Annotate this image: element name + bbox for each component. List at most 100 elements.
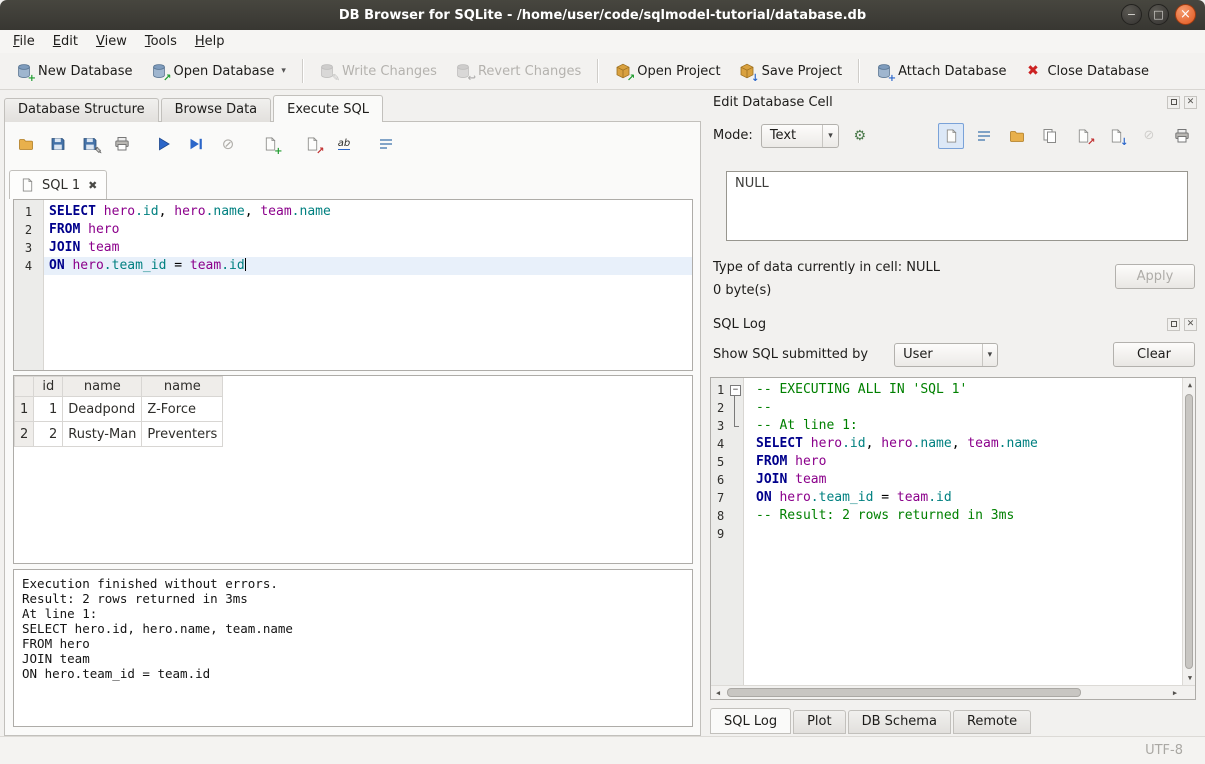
cell-editor[interactable]: NULL bbox=[726, 171, 1188, 241]
text-document-button[interactable] bbox=[938, 123, 964, 149]
cell[interactable]: 2 bbox=[34, 422, 63, 447]
code-line[interactable]: -- EXECUTING ALL IN 'SQL 1' bbox=[744, 381, 1182, 399]
menubar: FileEditViewToolsHelp bbox=[0, 30, 1205, 53]
cell[interactable]: Z-Force bbox=[142, 397, 223, 422]
cell[interactable]: Rusty-Man bbox=[63, 422, 142, 447]
tab-browse-data[interactable]: Browse Data bbox=[161, 98, 272, 122]
open-tab-button[interactable]: + bbox=[258, 132, 282, 156]
menu-edit[interactable]: Edit bbox=[44, 31, 87, 52]
scrollbar-thumb[interactable] bbox=[1185, 394, 1193, 669]
tab-database-structure[interactable]: Database Structure bbox=[4, 98, 159, 122]
sql-tab[interactable]: SQL 1 ✖ bbox=[9, 170, 107, 199]
word-wrap-icon bbox=[976, 127, 993, 144]
column-header[interactable]: name bbox=[142, 377, 223, 397]
open-database-button[interactable]: ↗Open Database▾ bbox=[142, 58, 295, 85]
database-open-icon: ↗ bbox=[151, 63, 168, 80]
cell[interactable]: 1 bbox=[34, 397, 63, 422]
code-line[interactable]: ON hero.team_id = team.id bbox=[744, 489, 1182, 507]
export-button[interactable]: ↗ bbox=[300, 132, 324, 156]
find-replace-icon: ab bbox=[336, 136, 353, 153]
open-file-button[interactable] bbox=[1004, 123, 1030, 149]
menu-view[interactable]: View bbox=[87, 31, 136, 52]
project-open-icon: ↗ bbox=[614, 63, 631, 80]
menu-file[interactable]: File bbox=[4, 31, 44, 52]
cell[interactable]: Deadpond bbox=[63, 397, 142, 422]
close-database-button[interactable]: ✖Close Database bbox=[1015, 58, 1158, 85]
copy-button[interactable] bbox=[1037, 123, 1063, 149]
execute-all-button[interactable] bbox=[152, 132, 176, 156]
code-line[interactable]: -- At line 1: bbox=[744, 417, 1182, 435]
row-header[interactable]: 1 bbox=[15, 397, 34, 422]
panel-close-icon[interactable]: ✕ bbox=[1184, 318, 1197, 331]
vertical-scrollbar[interactable]: ▲ ▼ bbox=[1182, 378, 1195, 685]
find-replace-button[interactable]: ab bbox=[332, 132, 356, 156]
apply-button[interactable]: Apply bbox=[1115, 264, 1195, 289]
tab-remote[interactable]: Remote bbox=[953, 710, 1031, 734]
titlebar[interactable]: DB Browser for SQLite - /home/user/code/… bbox=[0, 0, 1205, 30]
execute-line-button[interactable] bbox=[184, 132, 208, 156]
code-line[interactable]: FROM hero bbox=[44, 221, 692, 239]
float-icon[interactable] bbox=[1167, 318, 1180, 331]
column-header[interactable]: id bbox=[34, 377, 63, 397]
save-project-button[interactable]: ↓Save Project bbox=[730, 58, 852, 85]
code-line[interactable]: -- bbox=[744, 399, 1182, 417]
import-button[interactable]: ↓ bbox=[1103, 123, 1129, 149]
message-line: At line 1: bbox=[22, 606, 684, 621]
scroll-left-icon[interactable]: ◀ bbox=[711, 686, 725, 700]
print-button[interactable] bbox=[1169, 123, 1195, 149]
tab-db-schema[interactable]: DB Schema bbox=[848, 710, 951, 734]
word-wrap-button[interactable] bbox=[374, 132, 398, 156]
scroll-right-icon[interactable]: ▶ bbox=[1168, 686, 1182, 700]
export-icon: ↗ bbox=[1075, 127, 1092, 144]
attach-database-button[interactable]: +Attach Database bbox=[866, 58, 1015, 85]
scrollbar-thumb[interactable] bbox=[727, 688, 1081, 697]
float-icon[interactable] bbox=[1167, 96, 1180, 109]
results-corner[interactable] bbox=[15, 377, 34, 397]
code-line[interactable]: SELECT hero.id, hero.name, team.name bbox=[44, 203, 692, 221]
log-filter-select[interactable]: User ▾ bbox=[894, 343, 998, 367]
code-line[interactable]: JOIN team bbox=[44, 239, 692, 257]
panel-close-icon[interactable]: ✕ bbox=[1184, 96, 1197, 109]
menu-help[interactable]: Help bbox=[186, 31, 234, 52]
horizontal-scrollbar[interactable]: ◀ ▶ bbox=[711, 685, 1195, 699]
save-as-button[interactable]: ✎ bbox=[78, 132, 102, 156]
save-sql-file-button[interactable] bbox=[46, 132, 70, 156]
message-line: Result: 2 rows returned in 3ms bbox=[22, 591, 684, 606]
log-filter-label: Show SQL submitted by bbox=[713, 347, 868, 362]
minimize-button[interactable]: − bbox=[1121, 4, 1142, 25]
cell[interactable]: Preventers bbox=[142, 422, 223, 447]
fold-marker[interactable] bbox=[729, 381, 742, 399]
code-line[interactable]: -- Result: 2 rows returned in 3ms bbox=[744, 507, 1182, 525]
tab-sql-log[interactable]: SQL Log bbox=[710, 708, 791, 734]
print-button[interactable] bbox=[110, 132, 134, 156]
clear-button[interactable]: Clear bbox=[1113, 342, 1195, 367]
tab-execute-sql[interactable]: Execute SQL bbox=[273, 95, 383, 122]
table-row: 11DeadpondZ-Force bbox=[15, 397, 223, 422]
export-button[interactable]: ↗ bbox=[1070, 123, 1096, 149]
maximize-button[interactable]: □ bbox=[1148, 4, 1169, 25]
word-wrap-button[interactable] bbox=[971, 123, 997, 149]
tab-close-icon[interactable]: ✖ bbox=[88, 179, 97, 192]
code-line[interactable]: ON hero.team_id = team.id bbox=[44, 257, 692, 275]
column-header[interactable]: name bbox=[63, 377, 142, 397]
sql-editor[interactable]: 1234 SELECT hero.id, hero.name, team.nam… bbox=[13, 199, 693, 371]
close-button[interactable]: × bbox=[1175, 4, 1196, 25]
line-number: 8 bbox=[711, 507, 729, 525]
scroll-up-icon[interactable]: ▲ bbox=[1183, 378, 1195, 392]
log-code-area[interactable]: -- EXECUTING ALL IN 'SQL 1'---- At line … bbox=[744, 378, 1182, 685]
code-line[interactable] bbox=[744, 525, 1182, 543]
open-sql-file-button[interactable] bbox=[14, 132, 38, 156]
mode-select[interactable]: Text ▾ bbox=[761, 124, 839, 148]
code-line[interactable]: FROM hero bbox=[744, 453, 1182, 471]
menu-tools[interactable]: Tools bbox=[136, 31, 186, 52]
tab-plot[interactable]: Plot bbox=[793, 710, 846, 734]
code-line[interactable]: JOIN team bbox=[744, 471, 1182, 489]
code-line[interactable]: SELECT hero.id, hero.name, team.name bbox=[744, 435, 1182, 453]
new-database-button[interactable]: +New Database bbox=[6, 58, 142, 85]
open-project-button[interactable]: ↗Open Project bbox=[605, 58, 729, 85]
fold-spacer bbox=[729, 525, 742, 543]
apply-format-button[interactable]: ⚙ bbox=[847, 123, 873, 149]
editor-code-area[interactable]: SELECT hero.id, hero.name, team.nameFROM… bbox=[44, 200, 692, 370]
scroll-down-icon[interactable]: ▼ bbox=[1183, 671, 1195, 685]
row-header[interactable]: 2 bbox=[15, 422, 34, 447]
